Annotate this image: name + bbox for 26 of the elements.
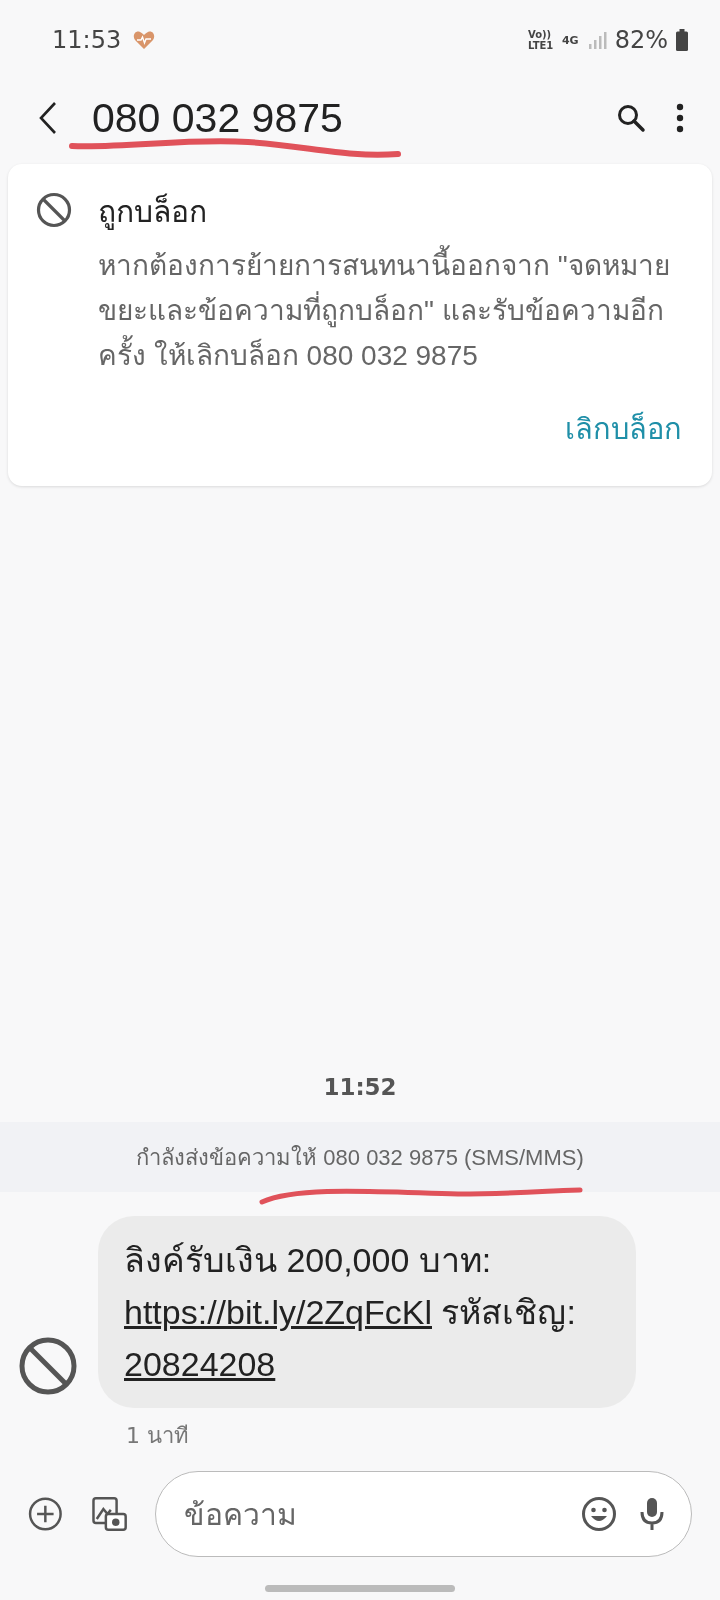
network-indicator: 4G: [561, 33, 579, 47]
card-message: หากต้องการย้ายการสนทนานี้ออกจาก "จดหมายขยะและข้อความที่ถูกบล็อก" และรับข้อความอีกครั้ง ให้เลิกบล็อก 080 032 9875: [98, 243, 682, 378]
card-title: ถูกบล็อก: [98, 192, 208, 232]
message-age: 1 นาที: [126, 1422, 190, 1450]
more-options-icon[interactable]: [676, 103, 684, 133]
message-text: รหัสเชิญ:: [440, 1292, 576, 1334]
message-text: ลิงค์รับเงิน 200,000 บาท:: [124, 1240, 493, 1281]
unblock-button[interactable]: เลิกบล็อก: [565, 402, 682, 456]
message-link[interactable]: 20824208: [124, 1338, 276, 1390]
message-field[interactable]: ข้อความ: [155, 1471, 692, 1557]
status-time: 11:53: [52, 26, 122, 54]
sending-info: กำลังส่งข้อความให้ 080 032 9875 (SMS/MMS): [136, 1143, 584, 1172]
emoji-icon[interactable]: [581, 1496, 617, 1532]
block-icon: [36, 192, 72, 228]
volte-indicator: Vo)) LTE1: [527, 29, 554, 51]
search-icon[interactable]: [616, 103, 646, 133]
message-input[interactable]: ข้อความ: [182, 1495, 559, 1533]
contact-number: 080 032 9875: [92, 94, 343, 142]
signal-icon: [586, 30, 607, 50]
battery-percent: 82%: [614, 26, 668, 54]
back-icon[interactable]: [38, 101, 58, 135]
message-link[interactable]: https://bit.ly/2ZqFcKl: [124, 1286, 432, 1338]
microphone-icon[interactable]: [639, 1496, 665, 1532]
heart-icon: [133, 30, 156, 50]
message-time: 11:52: [323, 1074, 397, 1100]
battery-icon: [676, 29, 688, 51]
